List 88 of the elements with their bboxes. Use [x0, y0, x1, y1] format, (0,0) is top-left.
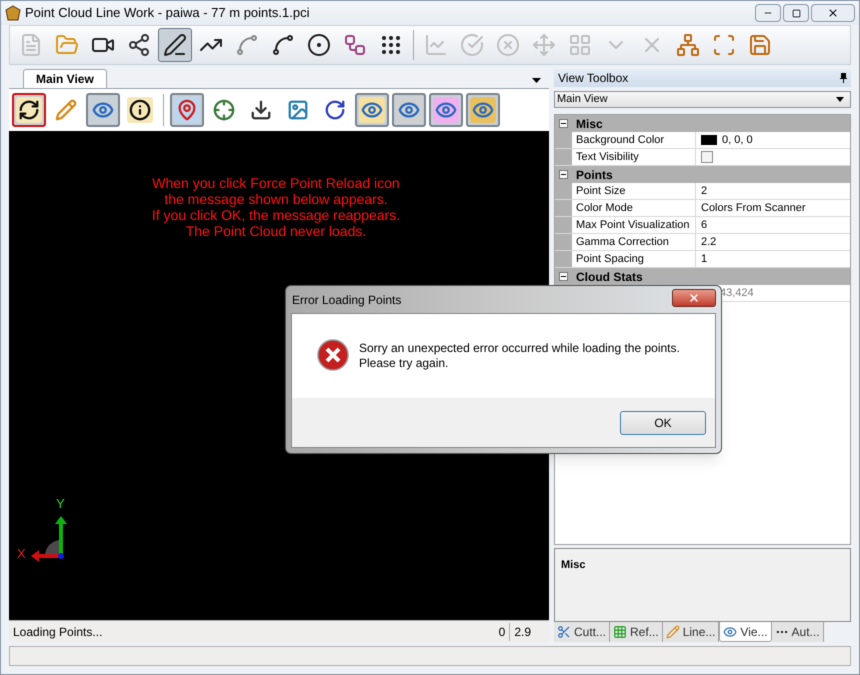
row-gutter — [555, 234, 572, 250]
ok-button[interactable]: OK — [620, 410, 706, 434]
error-message: Sorry an unexpected error occurred while loading the points. Please try again. — [359, 341, 680, 371]
points-icon — [343, 33, 367, 57]
window-title: Point Cloud Line Work - paiwa - 77 m points.1.pci — [25, 4, 310, 22]
grid-icon — [568, 33, 592, 57]
view-tab[interactable]: Main View — [23, 69, 107, 88]
pin-icon — [840, 73, 847, 83]
pencil-line-icon — [163, 33, 187, 57]
image-icon — [287, 99, 309, 121]
dialog-title: Error Loading Points — [292, 292, 402, 308]
node-graph-icon — [127, 33, 151, 57]
property-value: 0, 0, 0 — [722, 132, 753, 148]
select-icon — [712, 33, 736, 57]
property-value: Colors From Scanner — [701, 200, 806, 216]
property-value: 2.2 — [701, 234, 716, 250]
panel-tab[interactable]: Aut... — [772, 622, 824, 642]
app-logo-icon — [5, 5, 21, 21]
annotation-text: the message shown below appears. — [164, 191, 388, 207]
grid-icon — [613, 625, 628, 639]
status-field: 2.9 — [510, 622, 535, 640]
pin-icon — [176, 99, 198, 121]
curve-icon — [424, 33, 448, 57]
maximize-button[interactable] — [783, 4, 809, 22]
toolbar-button[interactable] — [158, 28, 192, 62]
axes-icon — [213, 99, 235, 121]
maximize-icon — [792, 8, 800, 18]
row-gutter — [555, 200, 572, 216]
pencil-icon — [55, 99, 77, 121]
category-title: Cloud Stats — [576, 268, 643, 286]
arc-icon — [271, 33, 295, 57]
property-name: Point Spacing — [572, 251, 696, 267]
refresh-icon — [18, 99, 40, 121]
annotation-text: When you click Force Point Reload icon — [152, 175, 400, 191]
import-icon — [250, 99, 272, 121]
panel-tab[interactable]: Line... — [662, 622, 720, 642]
folder-icon — [55, 33, 79, 57]
network-icon — [676, 33, 700, 57]
checkbox[interactable] — [701, 151, 713, 163]
property-name: Max Point Visualization — [572, 217, 696, 233]
property-value: 6 — [701, 218, 708, 233]
property-value: 2 — [701, 184, 708, 199]
category-title: Points — [576, 166, 613, 184]
check-icon — [460, 33, 484, 57]
property-name: Color Mode — [572, 200, 696, 216]
spline-icon — [235, 33, 259, 57]
property-name: Text Visibility — [572, 149, 696, 165]
property-value: 43,424 — [719, 286, 754, 301]
error-icon — [317, 339, 349, 371]
view-dropdown[interactable]: Main View — [554, 91, 851, 108]
dotted-lines-icon — [379, 33, 403, 57]
y-axis-label: Y — [56, 495, 65, 513]
property-value: 1 — [701, 252, 708, 267]
pencil-icon — [666, 625, 680, 639]
dropdown-caret-icon — [836, 97, 844, 102]
info-icon — [129, 99, 151, 121]
collapse-toggle[interactable] — [559, 119, 568, 128]
panel-tab[interactable]: Cutt... — [554, 622, 610, 642]
circle-icon — [307, 33, 331, 57]
panel-title: View Toolbox — [558, 70, 628, 87]
dropdown-caret-icon — [532, 78, 541, 83]
view-tool-button[interactable] — [12, 93, 46, 127]
panel-tab[interactable]: Vie... — [719, 622, 772, 642]
status-field: 0 — [494, 622, 510, 640]
property-name: Background Color — [572, 132, 696, 148]
property-name: Gamma Correction — [572, 234, 696, 250]
x-axis-label: X — [17, 545, 26, 563]
collapse-toggle[interactable] — [559, 272, 568, 281]
close-button[interactable] — [811, 4, 855, 22]
collapse-toggle[interactable] — [559, 170, 568, 179]
close-icon — [827, 7, 839, 19]
status-message: Loading Points... — [13, 624, 102, 640]
property-name: Point Size — [572, 183, 696, 199]
scissors-icon — [557, 625, 571, 639]
close-icon — [688, 292, 700, 304]
save-icon — [748, 33, 772, 57]
category-title: Misc — [576, 116, 603, 132]
rotate-icon — [324, 99, 346, 121]
eye-icon — [723, 624, 738, 638]
row-gutter — [555, 217, 572, 233]
close-button[interactable] — [672, 289, 716, 307]
remove-icon — [496, 33, 520, 57]
description-title: Misc — [561, 559, 586, 571]
panel-tab[interactable]: Ref... — [610, 622, 663, 642]
move-icon — [532, 33, 556, 57]
annotation-text: The Point Cloud never loads. — [186, 223, 366, 239]
document-icon — [19, 33, 43, 57]
annotation-text: If you click OK, the message reappears. — [152, 207, 400, 223]
